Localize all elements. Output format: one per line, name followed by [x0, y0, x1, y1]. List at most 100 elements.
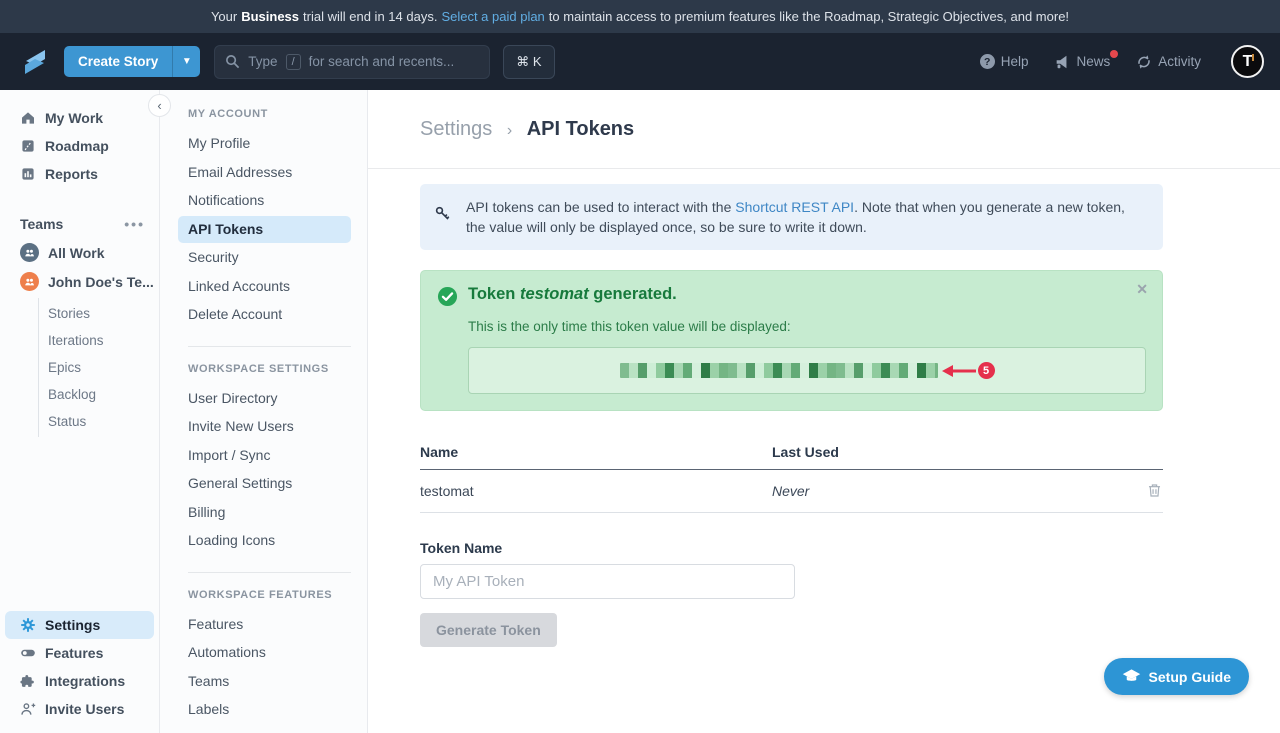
- help-menu[interactable]: ? Help: [980, 54, 1029, 69]
- banner-text-suffix: to maintain access to premium features l…: [549, 9, 1069, 24]
- help-label: Help: [1001, 54, 1029, 69]
- sidebar-item-label: Settings: [45, 617, 100, 633]
- search-type-label: Type: [248, 54, 277, 69]
- team-label: All Work: [48, 245, 105, 261]
- settings-nav-item-features[interactable]: Features: [178, 611, 351, 639]
- tokens-table: Name Last Used testomat Never: [420, 436, 1163, 513]
- sidebar-item-my-work[interactable]: My Work: [0, 104, 159, 132]
- sidebar-item-roadmap[interactable]: Roadmap: [0, 132, 159, 160]
- breadcrumb-settings-link[interactable]: Settings: [420, 118, 492, 140]
- shortcut-rest-api-link[interactable]: Shortcut REST API: [735, 199, 854, 215]
- settings-nav-item-linked-accounts[interactable]: Linked Accounts: [178, 273, 351, 301]
- column-header-last-used: Last Used: [772, 444, 1163, 460]
- settings-nav-item-notifications[interactable]: Notifications: [178, 187, 351, 215]
- teams-menu-button[interactable]: •••: [124, 216, 145, 232]
- cmd-k-shortcut-hint[interactable]: ⌘ K: [503, 45, 554, 79]
- banner-text-prefix: Your: [211, 9, 237, 24]
- section-title-workspace-features: WORKSPACE FEATURES: [188, 589, 351, 601]
- team-label: John Doe's Te...: [48, 274, 154, 290]
- activity-menu[interactable]: Activity: [1136, 54, 1201, 70]
- sidebar-bottom-group: Settings Features Integrations: [0, 611, 159, 723]
- sidebar-item-stories[interactable]: Stories: [39, 300, 159, 327]
- sidebar-item-backlog[interactable]: Backlog: [39, 381, 159, 408]
- search-area: Type / for search and recents... ⌘ K: [214, 45, 554, 79]
- api-tokens-info-box: API tokens can be used to interact with …: [420, 184, 1163, 250]
- navbar-right-group: ? Help News Activity T: [980, 45, 1264, 78]
- sidebar-item-label: Reports: [45, 166, 98, 182]
- settings-nav-item-billing[interactable]: Billing: [178, 499, 351, 527]
- settings-nav-item-my-profile[interactable]: My Profile: [178, 130, 351, 158]
- page-title: API Tokens: [527, 118, 634, 140]
- key-icon: [434, 205, 451, 237]
- token-name-input[interactable]: [420, 564, 795, 599]
- news-menu[interactable]: News: [1054, 54, 1110, 70]
- setup-guide-button[interactable]: Setup Guide: [1104, 658, 1249, 695]
- delete-token-button[interactable]: [1146, 482, 1163, 499]
- token-last-used-cell: Never: [772, 483, 1146, 499]
- activity-icon: [1136, 54, 1152, 70]
- settings-nav-item-loading-icons[interactable]: Loading Icons: [178, 527, 351, 555]
- close-icon[interactable]: ✕: [1136, 281, 1148, 298]
- divider: [188, 572, 351, 573]
- settings-nav-item-teams[interactable]: Teams: [178, 668, 351, 696]
- select-paid-plan-link[interactable]: Select a paid plan: [441, 9, 544, 24]
- sidebar-item-status[interactable]: Status: [39, 408, 159, 435]
- success-subtext: This is the only time this token value w…: [468, 319, 1146, 334]
- team-item-all-work[interactable]: All Work: [0, 238, 159, 267]
- token-value-field: 5: [468, 347, 1146, 394]
- main-sidebar: ‹ My Work Roadmap Reports: [0, 90, 160, 733]
- annotation-arrow: 5: [940, 362, 995, 379]
- generate-token-form: Token Name Generate Token: [420, 540, 1163, 647]
- sidebar-item-features[interactable]: Features: [5, 639, 154, 667]
- settings-nav-item-automations[interactable]: Automations: [178, 639, 351, 667]
- help-icon: ?: [980, 54, 995, 69]
- activity-label: Activity: [1158, 54, 1201, 69]
- sidebar-item-epics[interactable]: Epics: [39, 354, 159, 381]
- table-row: testomat Never: [420, 470, 1163, 513]
- sidebar-item-reports[interactable]: Reports: [0, 160, 159, 188]
- divider: [188, 346, 351, 347]
- teams-header-label: Teams: [20, 216, 63, 232]
- token-name-italic: testomat: [520, 285, 589, 303]
- success-title: Token testomat generated.: [468, 285, 677, 312]
- settings-nav-item-import-sync[interactable]: Import / Sync: [178, 442, 351, 470]
- settings-nav-item-delete-account[interactable]: Delete Account: [178, 301, 351, 329]
- setup-guide-label: Setup Guide: [1149, 669, 1231, 685]
- sidebar-item-invite-users[interactable]: Invite Users: [5, 695, 154, 723]
- banner-text-mid: trial will end in 14 days.: [303, 9, 437, 24]
- shortcut-logo-icon[interactable]: [20, 47, 50, 77]
- road-icon: [20, 138, 36, 154]
- teams-section-header: Teams •••: [0, 210, 159, 238]
- settings-nav-item-email-addresses[interactable]: Email Addresses: [178, 159, 351, 187]
- check-circle-icon: [437, 286, 458, 312]
- create-story-button[interactable]: Create Story: [64, 46, 172, 77]
- settings-nav-item-invite-new-users[interactable]: Invite New Users: [178, 413, 351, 441]
- annotation-badge: 5: [978, 362, 995, 379]
- toggle-icon: [20, 645, 36, 661]
- generate-token-button[interactable]: Generate Token: [420, 613, 557, 647]
- sidebar-item-integrations[interactable]: Integrations: [5, 667, 154, 695]
- team-item-john-does-team[interactable]: John Doe's Te...: [0, 267, 159, 296]
- settings-nav-item-custom-fields[interactable]: Custom Fields: [178, 725, 351, 733]
- token-generated-banner: ✕ Token testomat generated. This is the …: [420, 270, 1163, 411]
- sidebar-collapse-button[interactable]: ‹: [148, 94, 171, 117]
- user-avatar[interactable]: T: [1231, 45, 1264, 78]
- column-header-name: Name: [420, 444, 772, 460]
- section-title-my-account: MY ACCOUNT: [188, 108, 351, 120]
- add-user-icon: [20, 701, 36, 717]
- body-row: ‹ My Work Roadmap Reports: [0, 90, 1280, 733]
- sidebar-item-settings[interactable]: Settings: [5, 611, 154, 639]
- sidebar-item-iterations[interactable]: Iterations: [39, 327, 159, 354]
- settings-nav-item-api-tokens[interactable]: API Tokens: [178, 216, 351, 244]
- breadcrumb-separator: ›: [507, 122, 512, 139]
- settings-nav-item-labels[interactable]: Labels: [178, 696, 351, 724]
- content-body: API tokens can be used to interact with …: [368, 169, 1280, 647]
- puzzle-icon: [20, 673, 36, 689]
- info-text: API tokens can be used to interact with …: [466, 197, 1145, 237]
- search-input[interactable]: Type / for search and recents...: [214, 45, 490, 79]
- create-story-dropdown-caret[interactable]: ▼: [172, 46, 200, 77]
- settings-nav-item-security[interactable]: Security: [178, 244, 351, 272]
- team-avatar: [20, 272, 39, 291]
- settings-nav-item-general-settings[interactable]: General Settings: [178, 470, 351, 498]
- settings-nav-item-user-directory[interactable]: User Directory: [178, 385, 351, 413]
